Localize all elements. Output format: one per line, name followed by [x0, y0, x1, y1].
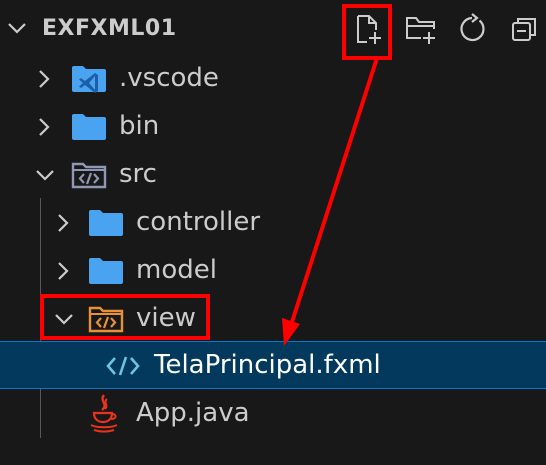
folder-icon	[89, 258, 123, 284]
new-folder-icon	[406, 17, 435, 44]
refresh-icon	[460, 13, 485, 42]
tree-item-label: TelaPrincipal.fxml	[154, 350, 381, 380]
chevron-down-icon[interactable]	[6, 21, 28, 35]
folder-icon	[72, 114, 106, 140]
tree-item-model[interactable]: model	[0, 246, 546, 294]
annotation-box-view-folder	[40, 294, 210, 340]
tree-item-telaprincipal-fxml[interactable]: TelaPrincipal.fxml	[0, 341, 546, 389]
tree-item-src[interactable]: src	[0, 150, 546, 198]
tree-item-label: App.java	[136, 398, 250, 428]
chevron-right-icon	[58, 262, 69, 280]
tree-item-label: model	[136, 255, 217, 285]
tree-item-label: .vscode	[119, 63, 219, 93]
tree-item-label: src	[119, 159, 157, 189]
collapse-all-button[interactable]	[507, 12, 541, 46]
java-icon	[90, 394, 118, 433]
new-folder-button[interactable]	[404, 12, 438, 46]
tree-item-label: bin	[119, 111, 160, 141]
fxml-file-icon	[106, 356, 140, 376]
explorer-panel: EXFXML01 .vscode bin src controller mode…	[0, 0, 546, 465]
chevron-down-icon	[36, 170, 54, 181]
tree-item-controller[interactable]: controller	[0, 198, 546, 246]
folder-icon	[89, 210, 123, 236]
refresh-button[interactable]	[455, 12, 489, 46]
tree-item-bin[interactable]: bin	[0, 102, 546, 150]
explorer-header[interactable]: EXFXML01	[0, 0, 546, 56]
vscode-folder-icon	[72, 66, 106, 93]
source-folder-icon	[71, 162, 107, 189]
workspace-title[interactable]: EXFXML01	[42, 14, 177, 44]
tree-item-vscode[interactable]: .vscode	[0, 54, 546, 102]
chevron-right-icon	[39, 70, 50, 88]
chevron-right-icon	[39, 118, 50, 136]
tree-item-app-java[interactable]: App.java	[0, 389, 546, 437]
tree-item-label: controller	[136, 207, 261, 237]
chevron-right-icon	[58, 214, 69, 232]
annotation-box-new-file	[342, 4, 392, 60]
collapse-all-icon	[512, 18, 536, 41]
